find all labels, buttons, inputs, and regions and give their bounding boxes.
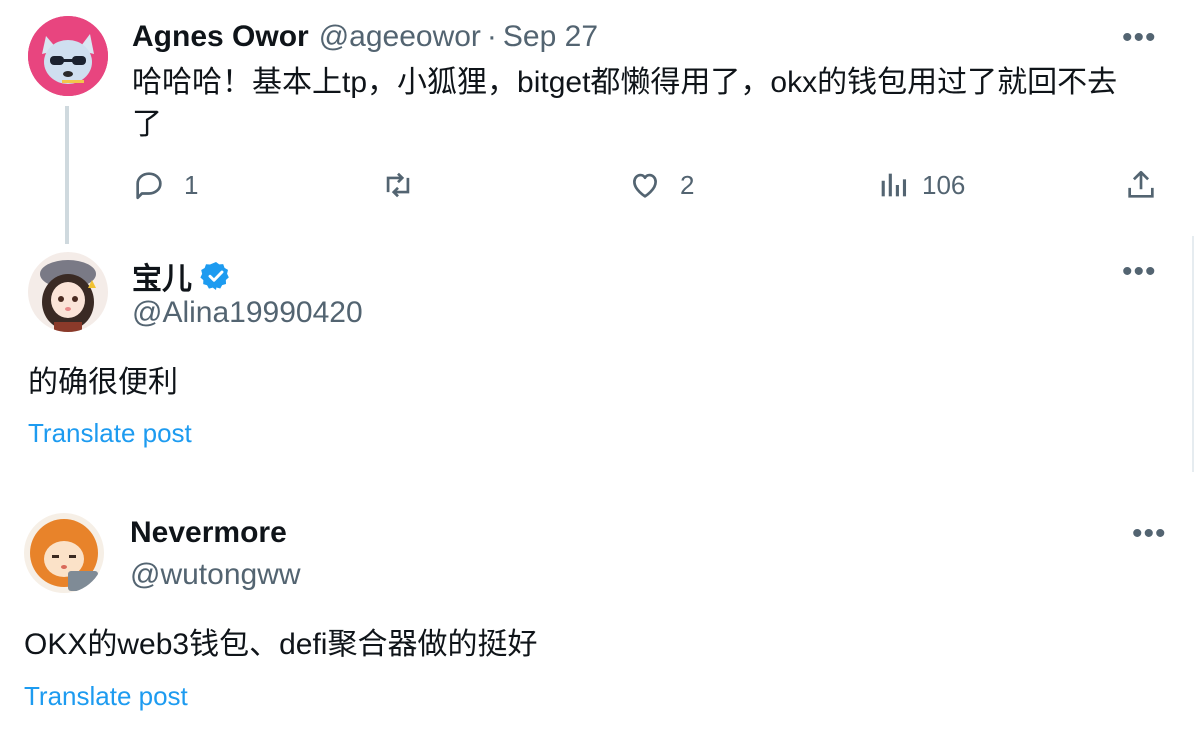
separator-dot: · xyxy=(486,20,497,53)
like-button[interactable]: 2 xyxy=(628,168,694,202)
like-count: 2 xyxy=(680,169,695,200)
translate-post-link[interactable]: Translate post xyxy=(28,418,192,449)
more-options-button[interactable]: ••• xyxy=(1122,257,1157,287)
reply-button[interactable]: 1 xyxy=(132,168,198,202)
display-name[interactable]: 宝儿 xyxy=(132,254,192,298)
tweet-date[interactable]: Sep 27 xyxy=(503,20,598,54)
display-name[interactable]: Agnes Owor xyxy=(132,20,309,54)
views-count: 106 xyxy=(922,169,966,200)
more-options-button[interactable]: ••• xyxy=(1132,519,1167,549)
display-name[interactable]: Nevermore xyxy=(130,516,287,550)
retweet-button[interactable] xyxy=(381,168,433,202)
heart-icon xyxy=(633,173,657,198)
tweet-text: 哈哈哈！基本上tp，小狐狸，bitget都懒得用了，okx的钱包用过了就回不去了 xyxy=(132,66,1118,141)
analytics-icon xyxy=(881,173,907,197)
avatar[interactable] xyxy=(28,252,108,332)
views-button[interactable]: 106 xyxy=(876,168,965,202)
avatar[interactable] xyxy=(28,16,108,96)
share-icon xyxy=(1128,170,1154,198)
translate-post-link[interactable]: Translate post xyxy=(24,681,188,712)
thread-connector-line xyxy=(65,106,69,244)
fox-avatar-icon xyxy=(28,16,108,96)
tweet-text: 的确很便利 xyxy=(28,366,178,399)
tweet-header: Agnes Owor @ageeowor · Sep 27 xyxy=(132,20,598,54)
reply-icon xyxy=(136,172,162,200)
user-handle[interactable]: @wutongww xyxy=(130,558,301,592)
reply-count: 1 xyxy=(184,169,199,200)
avatar[interactable] xyxy=(24,513,104,593)
retweet-icon xyxy=(386,172,410,198)
share-button[interactable] xyxy=(1124,168,1158,202)
tweet-header: 宝儿 xyxy=(132,254,232,298)
user-handle[interactable]: @ageeowor xyxy=(319,20,481,54)
tweet-text: OKX的web3钱包、defi聚合器做的挺好 xyxy=(24,628,538,661)
user-handle[interactable]: @Alina19990420 xyxy=(132,296,363,330)
anime-girl-avatar-icon xyxy=(28,252,108,332)
verified-badge-icon xyxy=(200,262,229,290)
hooded-character-avatar-icon xyxy=(24,513,104,593)
more-options-button[interactable]: ••• xyxy=(1122,23,1157,53)
